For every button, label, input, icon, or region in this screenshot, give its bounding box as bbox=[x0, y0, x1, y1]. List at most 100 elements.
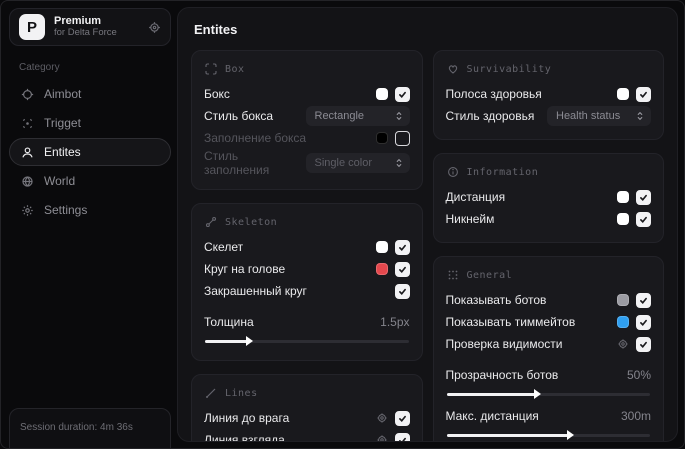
setting-row: Толщина 1.5px bbox=[204, 315, 410, 329]
left-column: Box Бокс Стиль бокса Rectangle Заполнени… bbox=[191, 50, 423, 441]
crosshair-icon bbox=[21, 88, 34, 101]
setting-row: Полоса здоровья bbox=[446, 83, 651, 105]
setting-row: Круг на голове bbox=[204, 258, 410, 280]
visibility-settings-icon[interactable] bbox=[617, 338, 629, 350]
checkbox[interactable] bbox=[636, 336, 651, 352]
slider-thumb[interactable] bbox=[534, 389, 542, 399]
sidebar-item-world[interactable]: World bbox=[9, 167, 171, 195]
app-window: P Premium for Delta Force Category Aimbo… bbox=[0, 0, 685, 449]
checkbox[interactable] bbox=[394, 410, 410, 426]
color-swatch[interactable] bbox=[617, 88, 629, 100]
panel-header-label: Lines bbox=[225, 387, 258, 399]
color-swatch[interactable] bbox=[375, 241, 388, 253]
select-value: Health status bbox=[556, 110, 621, 122]
panel-header-label: General bbox=[466, 269, 513, 281]
checkbox[interactable] bbox=[636, 189, 651, 205]
unfold-icon bbox=[394, 158, 404, 168]
panel-header-label: Skeleton bbox=[225, 216, 278, 228]
sidebar-nav: Aimbot Trigget Entites World Settings bbox=[9, 80, 171, 224]
box-frame-icon bbox=[205, 63, 217, 75]
slider-thumb[interactable] bbox=[566, 430, 574, 440]
unfold-icon bbox=[394, 111, 404, 121]
sidebar-item-label: Trigget bbox=[44, 116, 81, 130]
line-settings-icon[interactable] bbox=[376, 412, 388, 424]
panel-header-label: Box bbox=[225, 63, 245, 75]
color-swatch[interactable] bbox=[617, 294, 629, 306]
sidebar-item-settings[interactable]: Settings bbox=[9, 196, 171, 224]
trigger-icon bbox=[21, 117, 34, 130]
setting-row: Закрашенный круг bbox=[204, 280, 410, 302]
checkbox[interactable] bbox=[636, 292, 651, 308]
session-duration-box: Session duration: 4m 36s bbox=[9, 408, 171, 448]
color-swatch[interactable] bbox=[375, 263, 388, 275]
person-icon bbox=[21, 146, 34, 159]
panel-information-header: Information bbox=[447, 166, 652, 178]
panel-survivability-header: Survivability bbox=[447, 63, 652, 75]
brand-text: Premium for Delta Force bbox=[54, 15, 117, 39]
session-duration-text: Session duration: 4m 36s bbox=[20, 422, 133, 433]
sidebar-item-trigget[interactable]: Trigget bbox=[9, 109, 171, 137]
panel-general-header: General bbox=[447, 269, 652, 281]
fill-style-select[interactable]: Single color bbox=[305, 153, 410, 173]
line-settings-icon[interactable] bbox=[376, 434, 388, 441]
panel-header-label: Survivability bbox=[466, 63, 552, 75]
checkbox[interactable] bbox=[394, 283, 410, 299]
checkbox[interactable] bbox=[636, 314, 651, 330]
slider-value: 300m bbox=[620, 409, 651, 423]
info-icon bbox=[447, 166, 459, 178]
sidebar-item-entites[interactable]: Entites bbox=[9, 138, 171, 166]
slider-value: 1.5px bbox=[380, 315, 410, 329]
color-swatch[interactable] bbox=[617, 213, 629, 225]
sidebar-item-label: Aimbot bbox=[44, 87, 82, 101]
setting-row: Бокс bbox=[204, 83, 410, 105]
color-swatch[interactable] bbox=[375, 132, 388, 144]
setting-row: Проверка видимости bbox=[446, 333, 651, 355]
setting-row: Стиль здоровья Health status bbox=[446, 105, 651, 127]
bot-opacity-slider[interactable] bbox=[446, 389, 650, 399]
panel-general: General Показывать ботов Показывать тимм… bbox=[432, 256, 664, 441]
panel-box-header: Box bbox=[205, 63, 410, 75]
checkbox[interactable] bbox=[394, 239, 410, 255]
sidebar: P Premium for Delta Force Category Aimbo… bbox=[1, 1, 177, 448]
checkbox[interactable] bbox=[394, 86, 410, 102]
panel-survivability: Survivability Полоса здоровья Стиль здор… bbox=[432, 50, 664, 140]
premium-card[interactable]: P Premium for Delta Force bbox=[9, 8, 171, 46]
panel-header-label: Information bbox=[466, 166, 539, 178]
panel-lines-header: Lines bbox=[205, 387, 410, 399]
slider-thumb[interactable] bbox=[245, 336, 253, 346]
line-icon bbox=[205, 387, 217, 399]
max-distance-slider[interactable] bbox=[446, 430, 650, 440]
checkbox[interactable] bbox=[394, 130, 410, 146]
setting-row: Стиль заполнения Single color bbox=[204, 149, 410, 177]
setting-row: Показывать ботов bbox=[446, 289, 651, 311]
right-column: Survivability Полоса здоровья Стиль здор… bbox=[432, 50, 664, 441]
panel-skeleton: Skeleton Скелет Круг на голове Закрашенн… bbox=[191, 203, 423, 361]
setting-row: Прозрачность ботов 50% bbox=[445, 368, 652, 382]
brand-title: Premium bbox=[54, 15, 102, 28]
setting-row: Стиль бокса Rectangle bbox=[204, 105, 410, 127]
panel-box: Box Бокс Стиль бокса Rectangle Заполнени… bbox=[191, 50, 423, 190]
brand-subtitle: for Delta Force bbox=[54, 26, 117, 38]
select-value: Single color bbox=[314, 157, 372, 169]
setting-row: Показывать тиммейтов bbox=[446, 311, 651, 333]
checkbox[interactable] bbox=[394, 432, 410, 441]
brand-logo: P bbox=[19, 14, 45, 40]
select-value: Rectangle bbox=[314, 110, 365, 122]
checkbox[interactable] bbox=[636, 211, 651, 227]
color-swatch[interactable] bbox=[375, 88, 388, 100]
main-content: Entites Box Бокс Стиль бокса Rectangle З… bbox=[177, 7, 678, 442]
slider-value: 50% bbox=[626, 368, 651, 382]
color-swatch[interactable] bbox=[617, 316, 629, 328]
sidebar-item-label: World bbox=[44, 174, 76, 188]
checkbox[interactable] bbox=[394, 261, 410, 277]
health-style-select[interactable]: Health status bbox=[547, 106, 651, 126]
grid-icon bbox=[447, 269, 459, 281]
box-style-select[interactable]: Rectangle bbox=[305, 106, 410, 126]
setting-row: Линия взгляда bbox=[204, 429, 410, 441]
thickness-slider[interactable] bbox=[205, 336, 409, 346]
sidebar-item-aimbot[interactable]: Aimbot bbox=[9, 80, 171, 108]
color-swatch[interactable] bbox=[617, 191, 629, 203]
panel-information: Information Дистанция Никнейм bbox=[432, 153, 664, 243]
gear-icon[interactable] bbox=[148, 21, 161, 34]
checkbox[interactable] bbox=[636, 86, 651, 102]
